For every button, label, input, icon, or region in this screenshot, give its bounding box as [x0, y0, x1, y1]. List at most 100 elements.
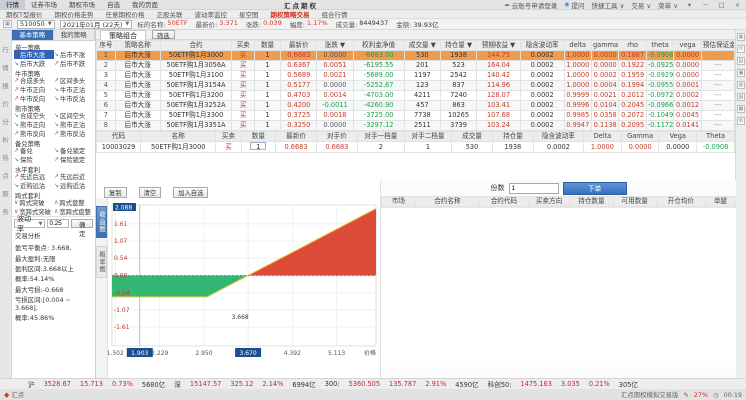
- volatility-input[interactable]: [47, 219, 69, 228]
- filter-button[interactable]: 筛选: [152, 30, 175, 39]
- pin-button[interactable]: ▾: [685, 1, 694, 9]
- header-cell[interactable]: vega: [674, 41, 701, 51]
- settings-icon[interactable]: ⚙: [737, 117, 745, 125]
- tab-strategy-combo[interactable]: 策略组合: [100, 30, 146, 40]
- header-cell[interactable]: 买卖方向: [528, 197, 569, 207]
- strategy-item-先远后近[interactable]: ↗先远后近: [54, 172, 94, 181]
- header-cell[interactable]: 可用数量: [613, 197, 656, 207]
- layout-icon[interactable]: ▦: [737, 33, 745, 41]
- tab-期权T型报价[interactable]: 期权T型报价: [0, 9, 48, 19]
- strategy-item-宽跨式盘整[interactable]: ∧宽跨式盘整: [54, 207, 94, 216]
- header-cell[interactable]: 数量: [254, 41, 280, 51]
- strategy-item-远购近沽[interactable]: ↘远购近沽: [54, 181, 94, 190]
- header-cell[interactable]: 最新价: [276, 132, 317, 142]
- header-cell[interactable]: 合约名称: [415, 197, 479, 207]
- strategy-item-熊市正沽[interactable]: ↘熊市正沽: [54, 120, 94, 129]
- strategy-item-后市大跌[interactable]: ↘后市大跌: [14, 59, 54, 68]
- header-cell[interactable]: 最新价: [281, 41, 317, 51]
- strategy-item-合成空头[interactable]: ↘合成空头: [14, 111, 54, 120]
- grid-button[interactable]: ▦: [3, 20, 12, 28]
- left-nav-char[interactable]: 行: [2, 44, 9, 54]
- minimize-button[interactable]: ─: [701, 1, 710, 9]
- header-cell[interactable]: 持仓数量: [570, 197, 613, 207]
- trade-menu-button[interactable]: 交易 ∨: [631, 0, 651, 10]
- left-nav-char[interactable]: 分: [2, 116, 9, 126]
- save-icon[interactable]: ▧: [737, 93, 745, 101]
- header-cell[interactable]: 数量: [241, 132, 276, 142]
- strategy-item-区间空头[interactable]: ↘区间空头: [54, 111, 94, 120]
- table-row[interactable]: 6后市大涨50ETF购1月3252A买10.4200-0.0011-4260.9…: [97, 101, 735, 111]
- chart-tab-收益图[interactable]: 收益图: [96, 206, 107, 238]
- table-row[interactable]: 1000302950ETF购1月3000买10.66830.6683215301…: [97, 142, 735, 153]
- header-cell[interactable]: 权利金净值: [353, 41, 404, 51]
- header-cell[interactable]: 合约代码: [479, 197, 528, 207]
- strategy-item-牛市反沽[interactable]: ↘牛市反沽: [54, 94, 94, 103]
- strategy-item-近购远沽[interactable]: ↘近购远沽: [14, 181, 54, 190]
- table-row[interactable]: 7后市大涨50ETF购1月3300买10.37250.0018-3725.007…: [97, 111, 735, 121]
- table-row[interactable]: 4后市大涨50ETF购1月3154A买10.51770.0000-5252.67…: [97, 81, 735, 91]
- header-cell[interactable]: 对手二档量: [404, 132, 451, 142]
- strategy-item-牛市正沽[interactable]: ↘牛市正沽: [54, 85, 94, 94]
- qty-input[interactable]: [509, 183, 559, 194]
- app-menu-button[interactable]: 菜单 ∨: [658, 0, 678, 10]
- header-cell[interactable]: 策略名称: [115, 41, 160, 51]
- header-cell[interactable]: 单腿: [705, 197, 735, 207]
- feedback-button[interactable]: ◉提问: [564, 0, 584, 10]
- tab-正股关联[interactable]: 正股关联: [150, 9, 188, 19]
- header-cell[interactable]: 预期收益 ▼: [477, 41, 521, 51]
- left-nav-char[interactable]: 服: [2, 188, 9, 198]
- header-cell[interactable]: 名称: [141, 132, 216, 142]
- header-cell[interactable]: 持仓量: [492, 132, 533, 142]
- tab-任意期权价格[interactable]: 任意期权价格: [99, 9, 150, 19]
- left-nav-char[interactable]: 报: [2, 80, 9, 90]
- export-icon[interactable]: ▩: [737, 105, 745, 113]
- cloud-login-button[interactable]: ☁云账号申请登录: [504, 0, 558, 10]
- header-cell[interactable]: 隐含波动率: [520, 41, 564, 51]
- strategy-item-备兑锁定[interactable]: ↘备兑锁定: [54, 146, 94, 155]
- volatility-select[interactable]: 波动率 ▼: [14, 219, 45, 228]
- header-cell[interactable]: 市场: [382, 197, 416, 207]
- maximize-button[interactable]: □: [717, 1, 726, 9]
- button-清空[interactable]: 清空: [139, 187, 162, 198]
- table-icon[interactable]: ▥: [737, 81, 745, 89]
- button-复制[interactable]: 复制: [104, 187, 127, 198]
- header-cell[interactable]: 序号: [97, 41, 116, 51]
- left-nav-char[interactable]: 价: [2, 98, 9, 108]
- tab-期权策略交易[interactable]: 期权策略交易: [264, 9, 315, 19]
- strategy-item-牛市正向[interactable]: ↗牛市正向: [14, 85, 54, 94]
- table-row[interactable]: 5后市大涨50ETF购1月3200买10.47030.0014-4703.004…: [97, 91, 735, 101]
- strategy-item-熊市反向[interactable]: ↗熊市反向: [14, 129, 54, 138]
- left-nav-char[interactable]: 析: [2, 134, 9, 144]
- table-row[interactable]: 2后市大涨50ETF购1月3056A买10.63670.0051-6195.55…: [97, 61, 735, 71]
- table-row[interactable]: 1后市大涨50ETF购1月3000买10.66830.0000-6683.005…: [97, 51, 735, 61]
- strategy-item-跨式突破[interactable]: ∨跨式突破: [14, 198, 54, 207]
- header-cell[interactable]: 涨跌 ▼: [317, 41, 353, 51]
- header-cell[interactable]: delta: [564, 41, 591, 51]
- header-cell[interactable]: 持仓量 ▼: [440, 41, 476, 51]
- header-cell[interactable]: Vega: [659, 132, 697, 142]
- strategy-item-合成多头[interactable]: ↗合成多头: [14, 76, 54, 85]
- table-row[interactable]: 3后市大涨50ETF购1月3100买10.56890.0021-5689.001…: [97, 71, 735, 81]
- strategy-item-保险[interactable]: ↘保险: [14, 155, 54, 164]
- header-cell[interactable]: 隐含波动率: [533, 132, 583, 142]
- header-cell[interactable]: Theta: [697, 132, 735, 142]
- quick-tools-button[interactable]: 快捷工具 ∨: [592, 0, 625, 10]
- strategy-item-熊市反沽[interactable]: ↗熊市反沽: [54, 129, 94, 138]
- left-nav-char[interactable]: 情: [2, 62, 9, 72]
- sidebar-tab-基本策略[interactable]: 基本策略: [12, 30, 54, 40]
- header-cell[interactable]: 对手价: [316, 132, 357, 142]
- left-nav-char[interactable]: 务: [2, 206, 9, 216]
- header-cell[interactable]: 合约: [160, 41, 232, 51]
- qty-cell-input[interactable]: 1: [250, 142, 266, 150]
- header-cell[interactable]: rho: [619, 41, 646, 51]
- strategy-item-后市不涨[interactable]: ↘后市不涨: [54, 50, 94, 59]
- image-icon[interactable]: ▣: [737, 69, 745, 77]
- close-button[interactable]: ×: [733, 1, 742, 9]
- strategy-item-后市不跌[interactable]: ↗后市不跌: [54, 59, 94, 68]
- strategy-item-区间多头[interactable]: ↗区间多头: [54, 76, 94, 85]
- place-order-button[interactable]: 下单: [563, 182, 627, 195]
- header-cell[interactable]: 对手一档量: [357, 132, 404, 142]
- strategy-item-先近后远[interactable]: ↗先近后远: [14, 172, 54, 181]
- header-cell[interactable]: 买卖: [216, 132, 241, 142]
- header-cell[interactable]: Delta: [584, 132, 622, 142]
